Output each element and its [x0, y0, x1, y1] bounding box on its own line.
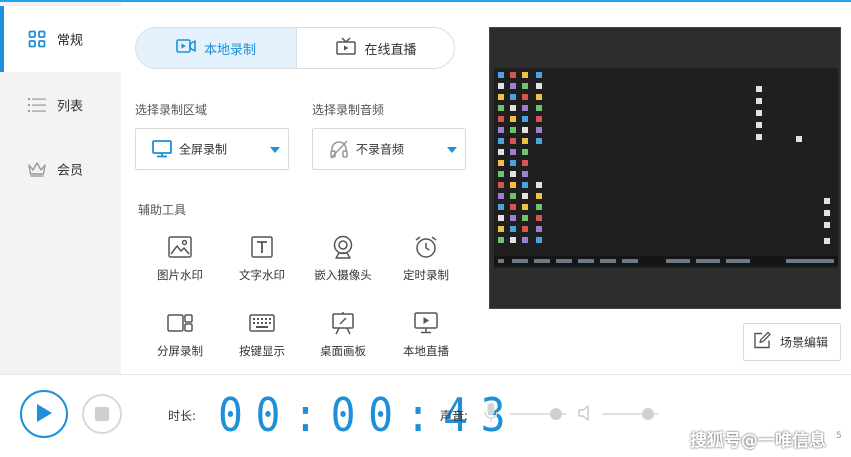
tool-label: 本地直播	[403, 344, 449, 358]
grid-icon	[27, 29, 47, 49]
tool-key-display[interactable]: 按键显示	[222, 310, 302, 370]
tool-local-live[interactable]: 本地直播	[386, 310, 466, 370]
duration-label: 时长:	[168, 409, 197, 423]
crown-icon	[27, 159, 47, 179]
microphone-icon[interactable]	[483, 402, 499, 427]
scene-edit-label: 场景编辑	[780, 335, 829, 350]
sidebar-item-list[interactable]: 列表	[0, 72, 121, 138]
screen-preview	[489, 27, 841, 309]
mic-volume-knob[interactable]	[549, 408, 562, 420]
sidebar-item-member[interactable]: 会员	[0, 136, 121, 202]
tool-label: 按键显示	[239, 344, 285, 358]
record-area-label: 选择录制区域	[135, 103, 208, 117]
tool-text-watermark[interactable]: 文字水印	[222, 234, 302, 294]
watermark-text: 搜狐号@一唯信息	[690, 431, 826, 451]
sidebar-item-general[interactable]: 常规	[0, 6, 121, 72]
edit-icon	[753, 331, 771, 353]
tool-image-watermark[interactable]: 图片水印	[140, 234, 220, 294]
tab-label: 本地录制	[203, 42, 256, 58]
tab-label: 在线直播	[364, 42, 417, 58]
play-icon	[34, 402, 54, 427]
bottom-control-bar: 时长: 00:00:43 声音: 搜狐号@一唯信息 5	[0, 374, 851, 457]
headphones-off-icon	[329, 139, 349, 159]
keyboard-icon	[249, 310, 275, 336]
mic-volume-slider[interactable]	[510, 408, 566, 420]
sound-label: 声音:	[440, 409, 469, 423]
video-record-icon	[176, 38, 196, 58]
tool-split-screen[interactable]: 分屏录制	[140, 310, 220, 370]
desktop-thumbnail	[490, 28, 840, 308]
stop-record-button[interactable]	[82, 394, 122, 434]
tab-live-stream[interactable]: 在线直播	[296, 28, 454, 68]
tool-label: 图片水印	[157, 268, 203, 282]
split-screen-icon	[167, 310, 193, 336]
sidebar-item-label: 会员	[57, 163, 84, 179]
chevron-down-icon	[270, 147, 280, 153]
tv-icon	[336, 37, 357, 59]
tool-label: 分屏录制	[157, 344, 203, 358]
mode-toggle: 本地录制 在线直播	[135, 27, 455, 69]
tool-label: 文字水印	[239, 268, 285, 282]
text-icon	[249, 234, 275, 260]
record-audio-select[interactable]: 不录音频	[312, 128, 466, 170]
tool-label: 嵌入摄像头	[314, 268, 372, 282]
monitor-icon	[152, 139, 172, 159]
webcam-icon	[330, 234, 356, 260]
record-area-select[interactable]: 全屏录制	[135, 128, 289, 170]
chevron-down-icon	[447, 147, 457, 153]
page-number: 5	[836, 431, 842, 441]
window-top-accent	[0, 0, 851, 2]
image-icon	[167, 234, 193, 260]
sidebar: 常规 列表 会员	[0, 2, 121, 374]
record-audio-value: 不录音频	[356, 142, 405, 157]
record-audio-label: 选择录制音频	[312, 103, 385, 117]
speaker-icon[interactable]	[577, 404, 593, 425]
tool-embed-webcam[interactable]: 嵌入摄像头	[303, 234, 383, 294]
monitor-play-icon	[413, 310, 439, 336]
tab-local-record[interactable]: 本地录制	[136, 28, 296, 68]
tool-label: 定时录制	[403, 268, 449, 282]
record-timer: 00:00:43	[218, 388, 519, 442]
sidebar-item-label: 常规	[57, 33, 84, 49]
tool-label: 桌面画板	[320, 344, 366, 358]
list-icon	[27, 95, 47, 115]
speaker-volume-knob[interactable]	[641, 408, 654, 420]
tools-label: 辅助工具	[138, 203, 187, 217]
record-area-value: 全屏录制	[179, 142, 228, 157]
speaker-volume-slider[interactable]	[602, 408, 658, 420]
start-record-button[interactable]	[20, 390, 68, 438]
stop-icon	[95, 407, 109, 421]
scene-edit-button[interactable]: 场景编辑	[743, 323, 841, 361]
sidebar-item-label: 列表	[57, 99, 84, 115]
alarm-clock-icon	[413, 234, 439, 260]
easel-icon	[330, 310, 356, 336]
tool-desktop-whiteboard[interactable]: 桌面画板	[303, 310, 383, 370]
tool-scheduled-record[interactable]: 定时录制	[386, 234, 466, 294]
